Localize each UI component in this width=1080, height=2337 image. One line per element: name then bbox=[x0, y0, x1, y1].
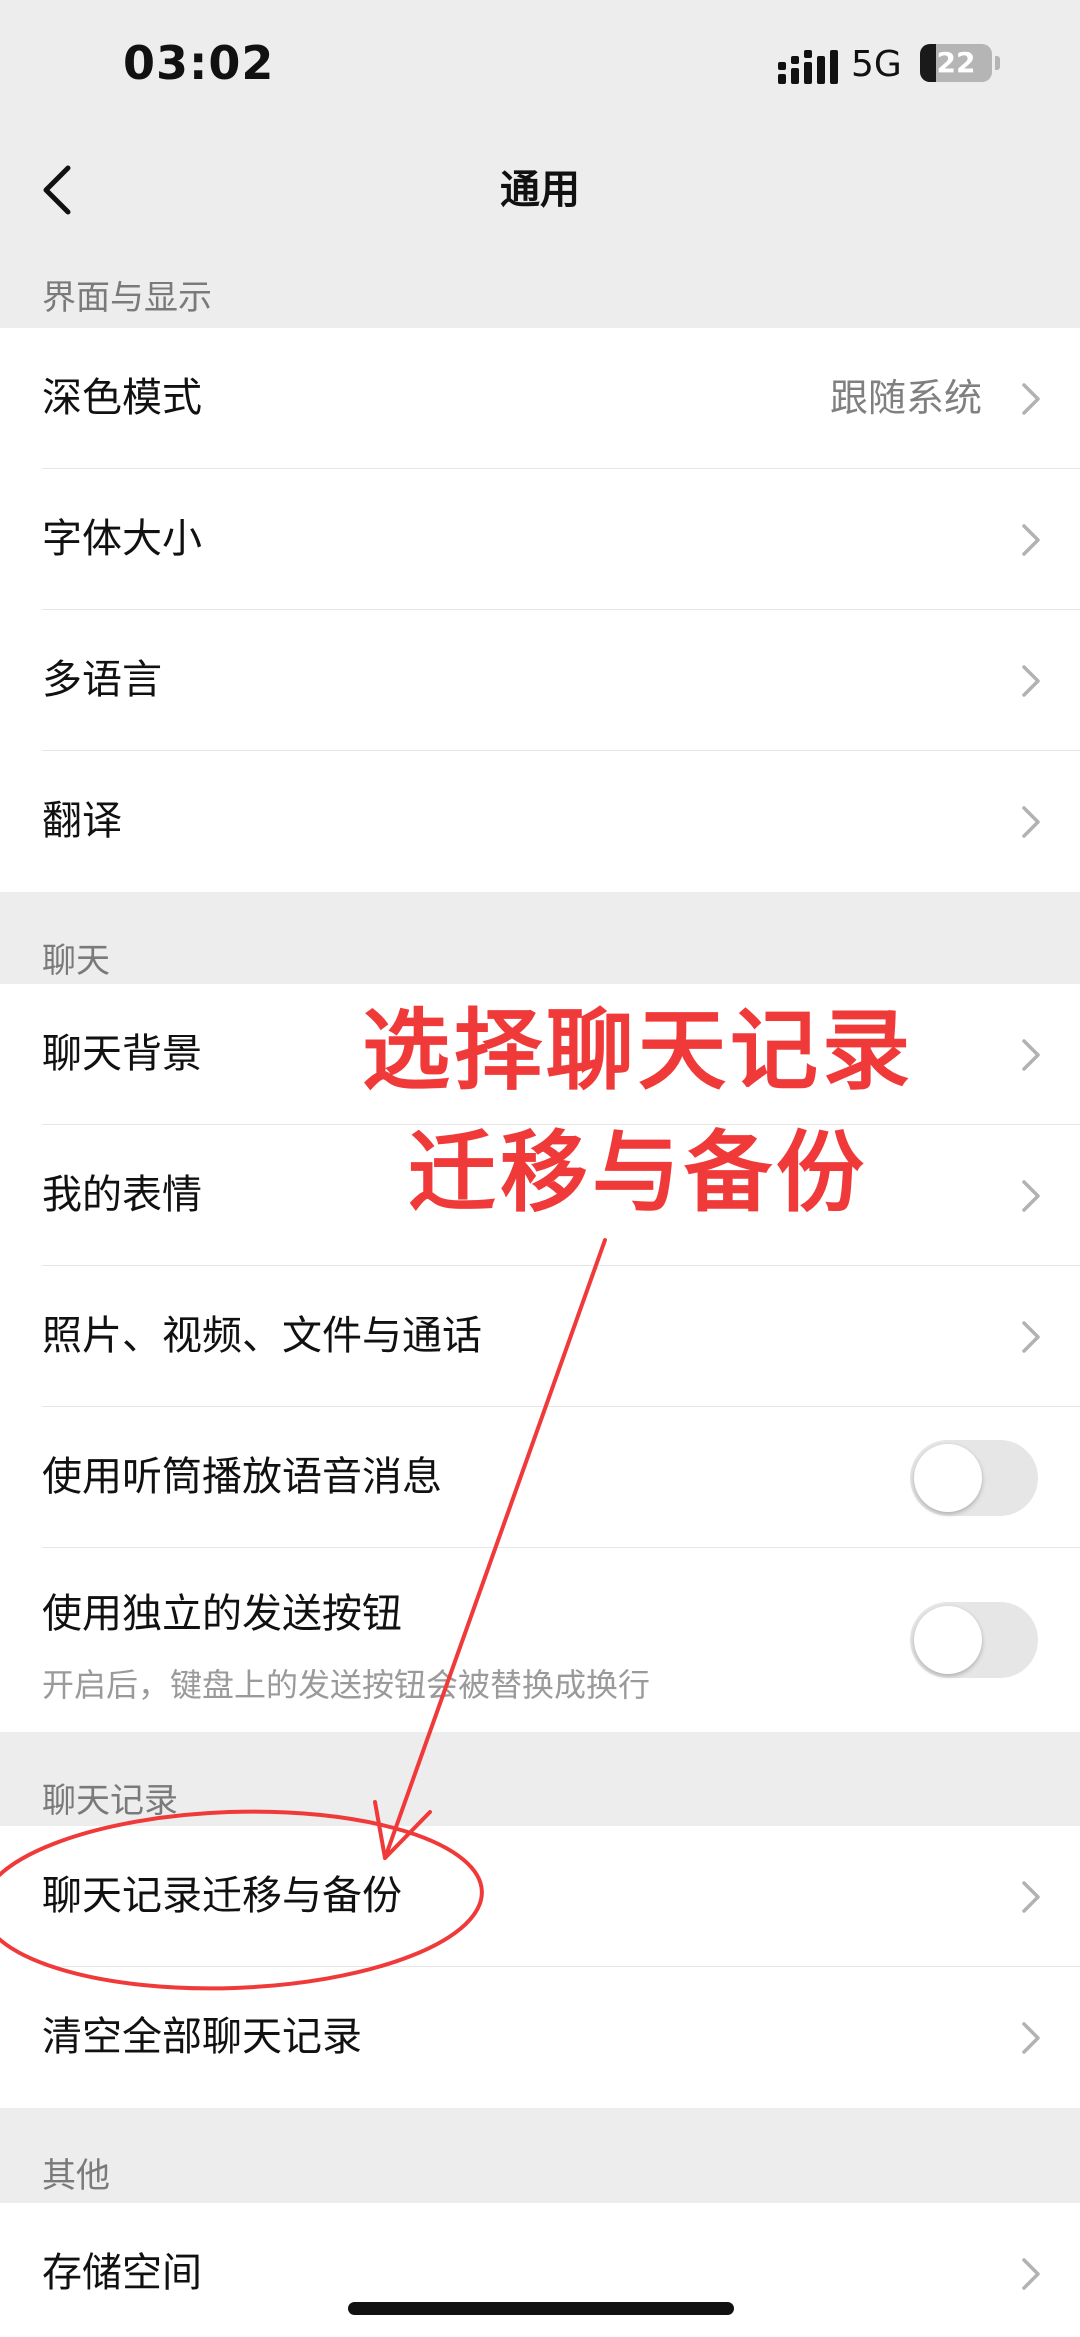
row-label: 深色模式 bbox=[42, 375, 202, 421]
chevron-right-icon bbox=[1022, 1880, 1040, 1913]
row-value: 跟随系统 bbox=[829, 376, 982, 420]
group-history: 聊天记录迁移与备份 清空全部聊天记录 bbox=[0, 1826, 1080, 2108]
chevron-right-icon bbox=[1022, 1179, 1040, 1212]
toggle-knob bbox=[914, 1606, 982, 1674]
chevron-right-icon bbox=[1022, 382, 1040, 415]
row-label: 聊天背景 bbox=[42, 1031, 202, 1077]
section-label-other: 其他 bbox=[42, 2156, 110, 2196]
navbar: 通用 bbox=[0, 130, 1080, 250]
status-bar: 03:02 5G 22 bbox=[0, 0, 1080, 130]
toggle-knob bbox=[914, 1443, 982, 1512]
row-sublabel: 开启后，键盘上的发送按钮会被替换成换行 bbox=[42, 1666, 651, 1704]
row-media-files-calls[interactable]: 照片、视频、文件与通话 bbox=[0, 1266, 1080, 1407]
row-label: 使用独立的发送按钮 bbox=[42, 1591, 402, 1637]
row-label: 多语言 bbox=[42, 657, 162, 703]
row-separate-send-button: 使用独立的发送按钮 开启后，键盘上的发送按钮会被替换成换行 bbox=[0, 1548, 1080, 1732]
chevron-right-icon bbox=[1022, 1320, 1040, 1353]
chevron-right-icon bbox=[1022, 2021, 1040, 2054]
earpiece-toggle[interactable] bbox=[910, 1439, 1038, 1516]
battery-text: 22 bbox=[936, 46, 976, 79]
section-label-chat: 聊天 bbox=[42, 941, 110, 981]
back-icon[interactable] bbox=[30, 150, 90, 230]
chevron-right-icon bbox=[1022, 805, 1040, 838]
row-earpiece-voice: 使用听筒播放语音消息 bbox=[0, 1407, 1080, 1548]
row-language[interactable]: 多语言 bbox=[0, 610, 1080, 751]
row-chat-migrate-backup[interactable]: 聊天记录迁移与备份 bbox=[0, 1826, 1080, 1967]
group-display: 深色模式 跟随系统 字体大小 多语言 翻译 bbox=[0, 328, 1080, 892]
annotation-text-line2: 迁移与备份 bbox=[408, 1121, 869, 1224]
group-other: 存储空间 bbox=[0, 2203, 1080, 2337]
status-time: 03:02 bbox=[123, 36, 275, 90]
chevron-right-icon bbox=[1022, 523, 1040, 556]
row-label: 照片、视频、文件与通话 bbox=[42, 1313, 482, 1359]
battery-icon: 22 bbox=[920, 44, 992, 82]
home-indicator bbox=[348, 2302, 734, 2315]
row-translate[interactable]: 翻译 bbox=[0, 751, 1080, 892]
section-label-display: 界面与显示 bbox=[42, 278, 212, 318]
section-label-history: 聊天记录 bbox=[42, 1781, 178, 1821]
signal-icon bbox=[778, 50, 838, 84]
row-label: 翻译 bbox=[42, 798, 122, 844]
row-label: 字体大小 bbox=[42, 516, 202, 562]
row-storage[interactable]: 存储空间 bbox=[0, 2203, 1080, 2337]
chevron-right-icon bbox=[1022, 664, 1040, 697]
row-label: 清空全部聊天记录 bbox=[42, 2014, 362, 2060]
chevron-right-icon bbox=[1022, 2257, 1040, 2290]
row-label: 存储空间 bbox=[42, 2250, 202, 2296]
row-label: 使用听筒播放语音消息 bbox=[42, 1454, 442, 1500]
battery-tip bbox=[995, 56, 1000, 70]
chevron-right-icon bbox=[1022, 1038, 1040, 1071]
row-label: 我的表情 bbox=[42, 1172, 202, 1218]
row-label: 聊天记录迁移与备份 bbox=[42, 1873, 402, 1919]
network-type: 5G bbox=[851, 44, 902, 85]
row-clear-chat-history[interactable]: 清空全部聊天记录 bbox=[0, 1967, 1080, 2108]
row-dark-mode[interactable]: 深色模式 跟随系统 bbox=[0, 328, 1080, 469]
annotation-text-line1: 选择聊天记录 bbox=[362, 999, 915, 1102]
row-font-size[interactable]: 字体大小 bbox=[0, 469, 1080, 610]
send-button-toggle[interactable] bbox=[910, 1602, 1038, 1678]
page-title: 通用 bbox=[500, 167, 580, 213]
